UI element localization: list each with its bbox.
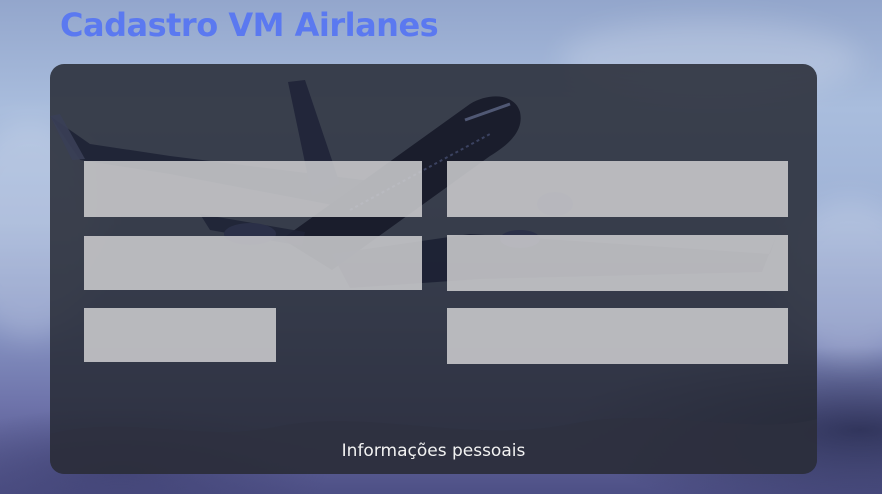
page-title: Cadastro VM Airlanes [60, 6, 439, 44]
form-field-5[interactable] [84, 308, 276, 362]
form-field-3[interactable] [84, 236, 422, 290]
form-field-2[interactable] [447, 161, 788, 217]
form-field-4[interactable] [447, 235, 788, 291]
registration-form-card: Informações pessoais [50, 64, 817, 474]
form-field-1[interactable] [84, 161, 422, 217]
form-field-6[interactable] [447, 308, 788, 364]
section-label-personal-info: Informações pessoais [341, 441, 526, 461]
